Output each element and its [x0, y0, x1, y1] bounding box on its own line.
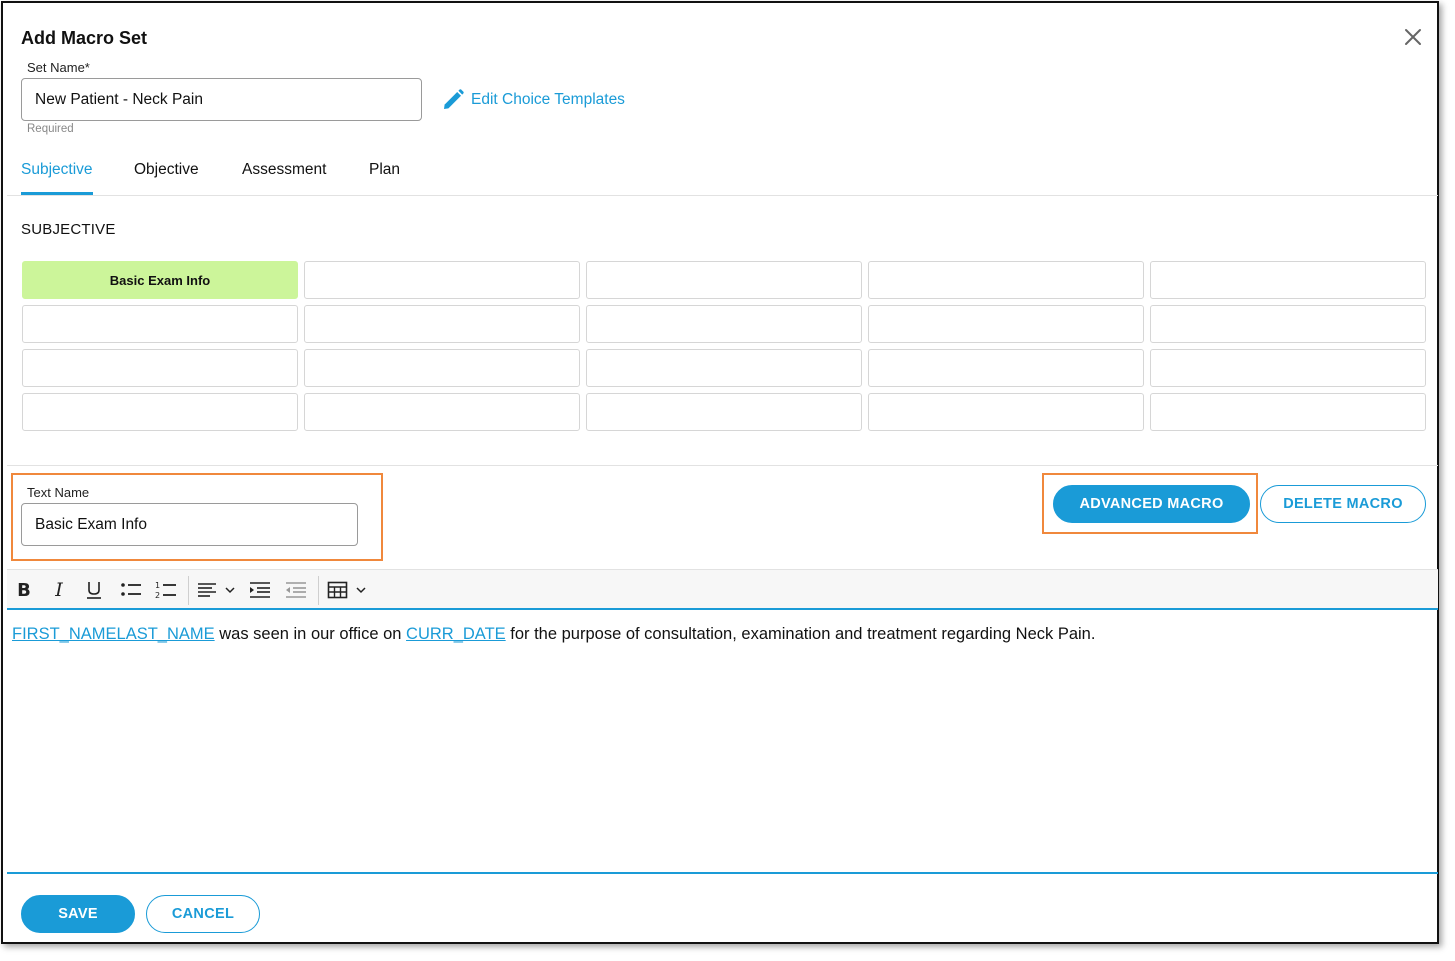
- cancel-button[interactable]: CANCEL: [146, 895, 260, 933]
- editor-text: was seen in our office on: [214, 625, 407, 643]
- text-name-label: Text Name: [27, 485, 90, 500]
- numbered-list-icon[interactable]: 12: [153, 578, 179, 602]
- set-name-label: Set Name*: [27, 60, 90, 75]
- set-name-helper: Required: [27, 123, 74, 135]
- table-icon[interactable]: [326, 578, 370, 602]
- macro-text-editor[interactable]: FIRST_NAMELAST_NAME was seen in our offi…: [12, 623, 1432, 645]
- macro-cell[interactable]: [22, 349, 298, 387]
- macro-token-first-name[interactable]: FIRST_NAME: [12, 625, 117, 643]
- svg-text:1: 1: [155, 581, 160, 590]
- pencil-icon: [441, 88, 465, 112]
- macro-cell[interactable]: [304, 393, 580, 431]
- macro-cell[interactable]: [1150, 393, 1426, 431]
- toolbar-separator: [318, 576, 319, 605]
- macro-cell[interactable]: [22, 393, 298, 431]
- macro-cell[interactable]: [586, 393, 862, 431]
- editor-text: for the purpose of consultation, examina…: [505, 625, 1096, 643]
- macro-cell[interactable]: [868, 305, 1144, 343]
- align-left-icon[interactable]: [196, 578, 238, 602]
- macro-token-curr-date[interactable]: CURR_DATE: [406, 625, 506, 643]
- macro-cell[interactable]: [304, 261, 580, 299]
- bold-icon[interactable]: B: [13, 578, 35, 602]
- tab-subjective[interactable]: Subjective: [21, 161, 93, 179]
- underline-icon[interactable]: [83, 578, 105, 602]
- macro-cell[interactable]: [304, 349, 580, 387]
- set-name-input[interactable]: New Patient - Neck Pain: [21, 78, 422, 121]
- indent-icon[interactable]: [247, 578, 273, 602]
- add-macro-set-dialog: Add Macro Set Set Name* New Patient - Ne…: [1, 1, 1439, 944]
- delete-macro-button[interactable]: DELETE MACRO: [1260, 485, 1426, 523]
- dialog-title: Add Macro Set: [21, 28, 148, 48]
- macro-token-last-name[interactable]: LAST_NAME: [117, 625, 215, 643]
- toolbar-separator: [188, 576, 189, 605]
- macro-cell[interactable]: [586, 305, 862, 343]
- macro-cell[interactable]: [304, 305, 580, 343]
- macro-cell[interactable]: [868, 349, 1144, 387]
- macro-cell[interactable]: [1150, 261, 1426, 299]
- save-button[interactable]: SAVE: [21, 895, 135, 933]
- advanced-macro-button[interactable]: ADVANCED MACRO: [1053, 485, 1250, 523]
- edit-choice-templates-label: Edit Choice Templates: [471, 91, 625, 108]
- svg-text:2: 2: [155, 591, 160, 600]
- macro-cell[interactable]: [868, 393, 1144, 431]
- macro-cell[interactable]: [22, 305, 298, 343]
- italic-icon[interactable]: I: [48, 578, 70, 602]
- macro-cell[interactable]: [586, 349, 862, 387]
- bullet-list-icon[interactable]: [118, 578, 144, 602]
- grid-divider: [7, 465, 1438, 466]
- macro-cell[interactable]: Basic Exam Info: [22, 261, 298, 299]
- footer-divider: [7, 872, 1438, 874]
- editor-toolbar: B I 12: [7, 569, 1438, 610]
- outdent-icon[interactable]: [283, 578, 309, 602]
- macro-cell[interactable]: [868, 261, 1144, 299]
- close-icon[interactable]: [1401, 25, 1425, 49]
- tab-plan[interactable]: Plan: [369, 161, 400, 179]
- macro-cell[interactable]: [586, 261, 862, 299]
- tab-objective[interactable]: Objective: [134, 161, 199, 179]
- edit-choice-templates-link[interactable]: Edit Choice Templates: [441, 88, 625, 112]
- macro-cell[interactable]: [1150, 349, 1426, 387]
- tab-assessment[interactable]: Assessment: [242, 161, 326, 179]
- text-name-input[interactable]: Basic Exam Info: [21, 503, 358, 546]
- macro-cell[interactable]: [1150, 305, 1426, 343]
- section-title: SUBJECTIVE: [21, 221, 116, 238]
- tabs-divider: [7, 195, 1438, 196]
